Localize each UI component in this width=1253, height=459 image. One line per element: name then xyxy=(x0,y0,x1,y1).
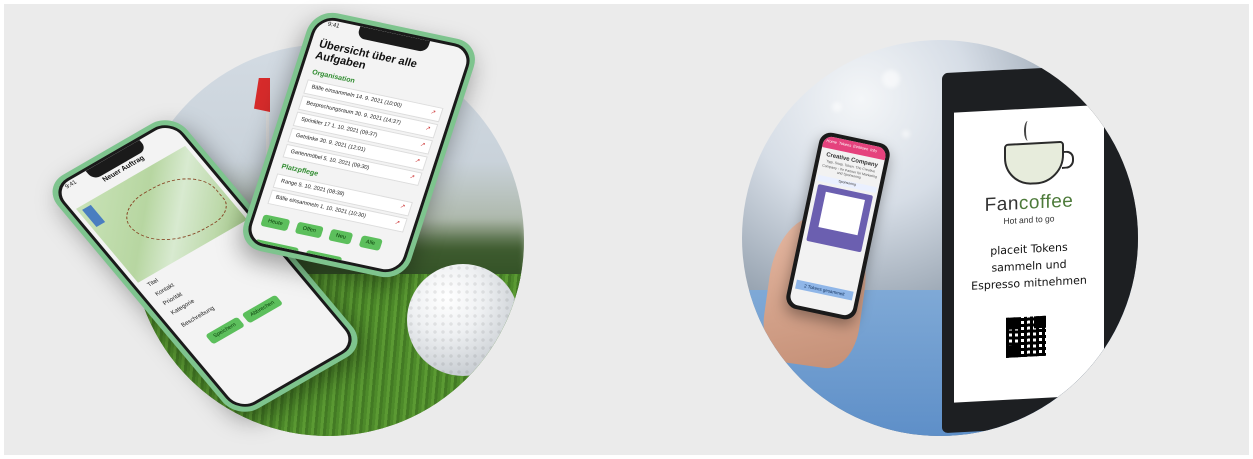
coffee-cup-icon xyxy=(1004,140,1064,186)
coffee-kiosk-illustration: Home Tokens Einlösen Info Creative Compa… xyxy=(742,40,1138,436)
tokens-counter[interactable]: 2 Tokens gesammelt xyxy=(795,279,854,301)
filter-open-button[interactable]: Offen xyxy=(294,221,324,239)
form-buttons: Speichern Abbrechen xyxy=(202,292,286,347)
form-label-title: Titel xyxy=(146,278,161,289)
filter-new-button[interactable]: Neu xyxy=(328,228,354,245)
kiosk-display: Fancoffee Hot and to go placeit Tokens s… xyxy=(942,62,1138,434)
save-button[interactable]: Speichern xyxy=(205,316,245,345)
arrow-icon: ↗ xyxy=(413,157,421,165)
cancel-button[interactable]: Abbrechen xyxy=(241,294,284,324)
arrow-icon: ↗ xyxy=(408,173,416,181)
arrow-icon: ↗ xyxy=(419,141,426,149)
sponsor-card[interactable] xyxy=(806,183,874,253)
nav-item[interactable]: Info xyxy=(869,147,878,156)
filter-all-button[interactable]: Alle xyxy=(358,235,383,252)
kiosk-screen: Fancoffee Hot and to go placeit Tokens s… xyxy=(954,104,1104,403)
nav-item[interactable]: Einlösen xyxy=(852,143,869,154)
map-zoom-controls[interactable] xyxy=(82,204,106,228)
background-panel: 9:41 Neuer Auftrag Titel Kontakt Priorit… xyxy=(4,4,1249,455)
sponsor-logo xyxy=(818,191,866,235)
nav-item[interactable]: Home xyxy=(825,138,837,148)
nav-item[interactable]: Tokens xyxy=(838,140,851,150)
bokeh-light xyxy=(782,80,796,94)
filter-today-button[interactable]: Heute xyxy=(260,214,291,232)
arrow-icon: ↗ xyxy=(424,125,432,133)
bokeh-light xyxy=(882,70,900,88)
bokeh-light xyxy=(832,102,842,112)
brand-fan: Fan xyxy=(984,193,1019,217)
arrow-icon: ↗ xyxy=(429,109,437,117)
map-route xyxy=(115,163,236,258)
golf-flag-icon xyxy=(254,78,270,112)
arrow-icon: ↗ xyxy=(393,220,401,227)
arrow-icon: ↗ xyxy=(398,204,406,211)
steam-icon xyxy=(1024,120,1032,141)
qr-code-icon[interactable] xyxy=(1006,315,1046,358)
bokeh-light xyxy=(902,130,910,138)
brand-coffee: coffee xyxy=(1018,190,1074,215)
golf-ball-image xyxy=(407,264,519,376)
kiosk-message: placeit Tokens sammeln und Espresso mitn… xyxy=(962,237,1096,295)
